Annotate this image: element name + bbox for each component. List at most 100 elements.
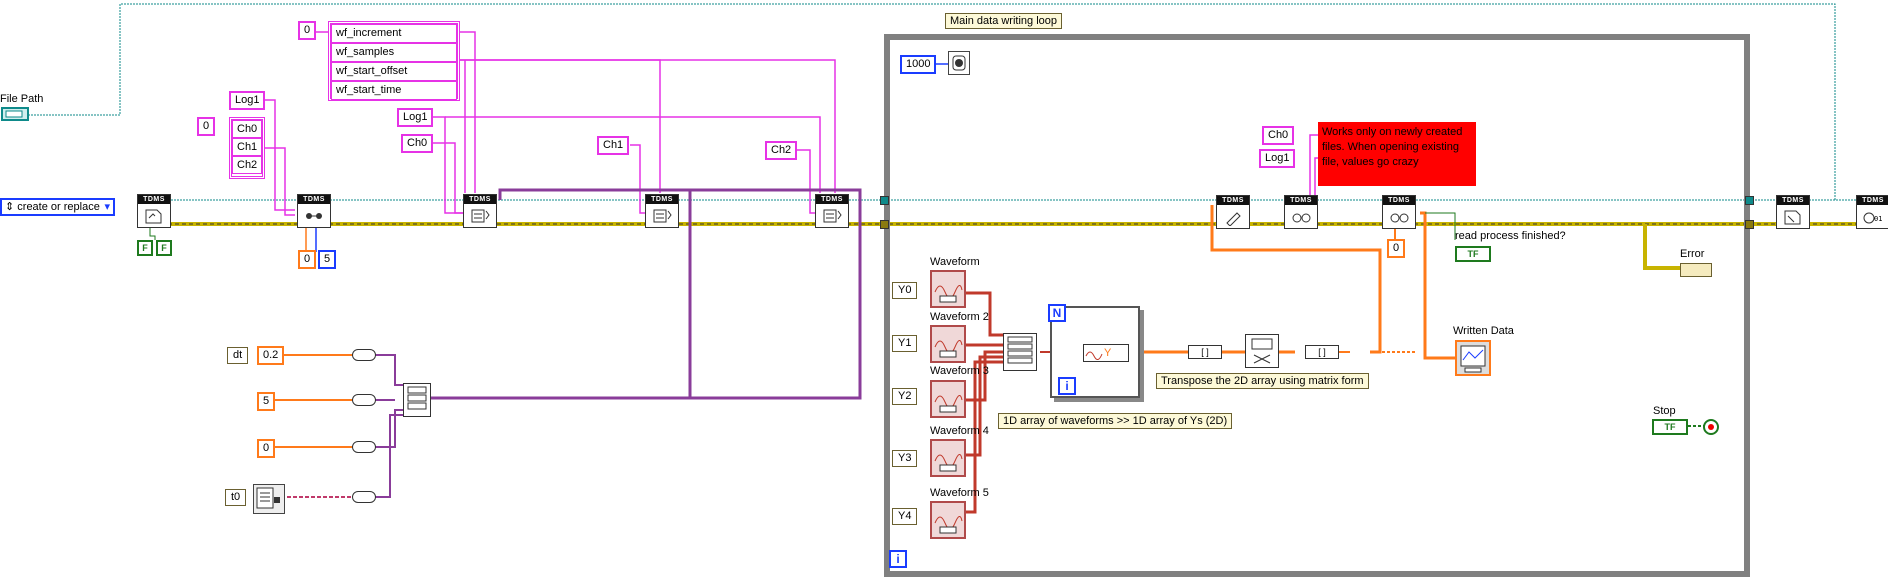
viewer-icon: 01 — [1863, 212, 1882, 224]
tdms-header: TDMS — [1217, 196, 1249, 205]
constant-zero-c[interactable]: 0 — [1387, 239, 1406, 258]
wf-samples: wf_samples — [331, 43, 457, 62]
tdms-header: TDMS — [646, 195, 678, 204]
dt-label: dt — [227, 347, 249, 364]
operation-enum[interactable]: ⇕ create or replace ▾ — [0, 198, 115, 216]
tdms-file-viewer-node[interactable]: TDMS 01 — [1856, 195, 1888, 229]
unbundle-y-text: Y — [1104, 347, 1112, 359]
tdms-header: TDMS — [1383, 196, 1415, 205]
clock-icon — [256, 487, 280, 509]
waveform-label-4: Waveform 4 — [930, 425, 989, 437]
build-array-node[interactable] — [403, 383, 431, 417]
group-name-log1-a[interactable]: Log1 — [229, 91, 266, 110]
for-loop-iteration-terminal: i — [1058, 377, 1076, 395]
array-to-matrix-node[interactable]: [ ] — [1188, 345, 1222, 359]
waveform-icon — [934, 454, 963, 472]
constant-false-2[interactable]: F — [156, 240, 172, 256]
watch-icon — [952, 55, 966, 71]
y2-label: Y2 — [892, 388, 918, 405]
tdms-set-properties-node[interactable]: TDMS — [297, 194, 331, 228]
error-label: Error — [1680, 248, 1705, 260]
to-variant-node-1[interactable] — [352, 349, 376, 361]
tdms-header: TDMS — [464, 195, 496, 204]
offset-constant[interactable]: 0 — [257, 439, 276, 458]
tdms-header: TDMS — [298, 195, 330, 204]
tdms-read-data-node[interactable]: TDMS — [1382, 195, 1416, 229]
waveform-control-4[interactable] — [930, 439, 966, 477]
waveform-control-2[interactable] — [930, 325, 966, 363]
wf-start-offset: wf_start_offset — [331, 62, 457, 81]
tdms-header: TDMS — [1857, 196, 1888, 205]
waveform-control-1[interactable] — [930, 270, 966, 308]
to-variant-node-4[interactable] — [352, 491, 376, 503]
loop-title-label: Main data writing loop — [945, 13, 1063, 29]
loop-iteration-terminal: i — [889, 550, 907, 568]
file-path-label: File Path — [0, 93, 44, 105]
path-icon — [5, 110, 23, 118]
wait-ms-node[interactable] — [948, 51, 970, 75]
waveform-icon — [934, 516, 963, 534]
error-tunnel-in — [880, 220, 889, 229]
matrix-to-array-node[interactable]: [ ] — [1305, 345, 1339, 359]
tdms-set-properties-ch1[interactable]: TDMS — [645, 194, 679, 228]
to-variant-node-2[interactable] — [352, 394, 376, 406]
waveform-label-1: Waveform — [930, 256, 980, 268]
tdms-set-properties-ch2[interactable]: TDMS — [815, 194, 849, 228]
build-waveform-array-node[interactable] — [1003, 333, 1037, 371]
constant-false-1[interactable]: F — [137, 240, 153, 256]
transpose-matrix-node[interactable] — [1245, 334, 1279, 368]
tdms-read-node[interactable]: TDMS — [1284, 195, 1318, 229]
samples-constant[interactable]: 5 — [257, 392, 276, 411]
constant-five-a[interactable]: 5 — [318, 250, 337, 269]
channel-ch1-b[interactable]: Ch1 — [597, 136, 630, 155]
property-names-array[interactable]: wf_increment wf_samples wf_start_offset … — [328, 21, 460, 101]
list-properties-icon — [653, 209, 672, 223]
ch0-a: Ch0 — [232, 120, 262, 138]
channel-array-a[interactable]: Ch0 Ch1 Ch2 — [229, 117, 265, 179]
unbundle-y-node[interactable]: Y — [1083, 344, 1129, 362]
dropdown-icon: ▾ — [104, 201, 110, 213]
waveform-label-5: Waveform 5 — [930, 487, 989, 499]
channel-ch0-b[interactable]: Ch0 — [401, 134, 434, 153]
written-data-graph — [1455, 340, 1491, 376]
ch2-a: Ch2 — [232, 156, 262, 174]
waveform-icon — [934, 395, 963, 413]
tdms-close-node[interactable]: TDMS — [1776, 195, 1810, 229]
refnum-tunnel-in — [880, 196, 889, 205]
group-name-log1-b[interactable]: Log1 — [397, 108, 434, 127]
group-name-log1-c[interactable]: Log1 — [1259, 149, 1296, 168]
y0-label: Y0 — [892, 282, 918, 299]
waveform-icon — [934, 340, 963, 358]
index-constant-a[interactable]: 0 — [197, 117, 215, 136]
channel-ch0-c[interactable]: Ch0 — [1262, 126, 1295, 145]
wf-start-time: wf_start_time — [331, 81, 457, 100]
main-while-loop[interactable] — [884, 34, 1750, 577]
index-constant-b[interactable]: 0 — [298, 21, 316, 40]
stop-label: Stop — [1653, 405, 1676, 417]
waveform-control-5[interactable] — [930, 501, 966, 539]
waveform-control-3[interactable] — [930, 380, 966, 418]
tdms-open-node[interactable]: TDMS — [137, 194, 171, 228]
file-path-control[interactable] — [1, 107, 29, 121]
stop-control[interactable]: TF — [1652, 419, 1688, 435]
to-variant-node-3[interactable] — [352, 441, 376, 453]
waveform-icon — [934, 285, 963, 303]
waveform-label-3: Waveform 3 — [930, 365, 989, 377]
channel-ch2-b[interactable]: Ch2 — [765, 141, 798, 160]
wait-constant[interactable]: 1000 — [900, 55, 937, 74]
dt-constant[interactable]: 0.2 — [257, 346, 285, 365]
build-array-icon — [1007, 336, 1033, 364]
constant-zero-a[interactable]: 0 — [298, 250, 317, 269]
build-array-icon — [407, 386, 427, 410]
tdms-write-node[interactable]: TDMS — [1216, 195, 1250, 229]
glasses-icon — [1390, 213, 1409, 223]
properties-icon — [306, 213, 322, 219]
waveform-label-2: Waveform 2 — [930, 311, 989, 323]
svg-text:01: 01 — [1874, 215, 1882, 223]
transpose-icon — [1251, 338, 1273, 364]
stop-terminal-icon[interactable] — [1703, 419, 1719, 435]
ch1-a: Ch1 — [232, 138, 262, 156]
tdms-set-properties-ch0[interactable]: TDMS — [463, 194, 497, 228]
get-time-node[interactable] — [253, 484, 285, 514]
error-indicator — [1680, 263, 1712, 277]
